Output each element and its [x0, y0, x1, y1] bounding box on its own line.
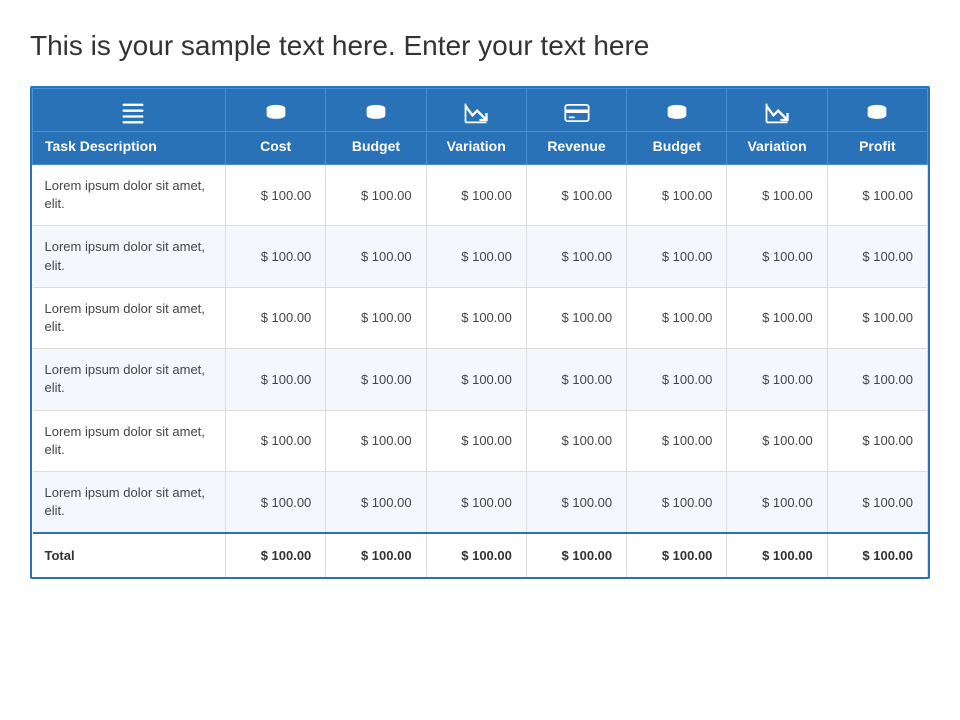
total-val-5: $ 100.00	[727, 533, 827, 577]
th-label-task: Task Description	[33, 132, 226, 165]
row-3-val-3: $ 100.00	[526, 349, 626, 410]
header-label-row: Task Description Cost Budget Variation R…	[33, 132, 928, 165]
row-task-0: Lorem ipsum dolor sit amet, elit.	[33, 165, 226, 226]
row-1-val-0: $ 100.00	[226, 226, 326, 287]
table-row: Lorem ipsum dolor sit amet, elit.$ 100.0…	[33, 410, 928, 471]
total-row: Total $ 100.00 $ 100.00 $ 100.00 $ 100.0…	[33, 533, 928, 577]
row-3-val-0: $ 100.00	[226, 349, 326, 410]
page-title: This is your sample text here. Enter you…	[30, 30, 930, 62]
row-0-val-0: $ 100.00	[226, 165, 326, 226]
th-icon-budget1	[326, 89, 426, 132]
row-task-5: Lorem ipsum dolor sit amet, elit.	[33, 471, 226, 533]
th-icon-task	[33, 89, 226, 132]
total-val-1: $ 100.00	[326, 533, 426, 577]
row-2-val-5: $ 100.00	[727, 287, 827, 348]
table-row: Lorem ipsum dolor sit amet, elit.$ 100.0…	[33, 226, 928, 287]
th-icon-revenue	[526, 89, 626, 132]
th-label-profit: Profit	[827, 132, 927, 165]
row-0-val-4: $ 100.00	[627, 165, 727, 226]
row-3-val-2: $ 100.00	[426, 349, 526, 410]
total-val-4: $ 100.00	[627, 533, 727, 577]
coins-icon-budget1	[362, 99, 390, 127]
row-5-val-2: $ 100.00	[426, 471, 526, 533]
total-val-0: $ 100.00	[226, 533, 326, 577]
table-row: Lorem ipsum dolor sit amet, elit.$ 100.0…	[33, 471, 928, 533]
header-icon-row	[33, 89, 928, 132]
total-val-3: $ 100.00	[526, 533, 626, 577]
table-row: Lorem ipsum dolor sit amet, elit.$ 100.0…	[33, 349, 928, 410]
budget-table: Task Description Cost Budget Variation R…	[30, 86, 930, 579]
row-2-val-1: $ 100.00	[326, 287, 426, 348]
row-2-val-0: $ 100.00	[226, 287, 326, 348]
row-0-val-5: $ 100.00	[727, 165, 827, 226]
th-label-variation1: Variation	[426, 132, 526, 165]
table-body: Lorem ipsum dolor sit amet, elit.$ 100.0…	[33, 165, 928, 534]
row-task-1: Lorem ipsum dolor sit amet, elit.	[33, 226, 226, 287]
row-5-val-1: $ 100.00	[326, 471, 426, 533]
th-icon-variation2	[727, 89, 827, 132]
row-1-val-6: $ 100.00	[827, 226, 927, 287]
th-label-revenue: Revenue	[526, 132, 626, 165]
th-icon-variation1	[426, 89, 526, 132]
row-5-val-3: $ 100.00	[526, 471, 626, 533]
row-2-val-6: $ 100.00	[827, 287, 927, 348]
list-icon	[119, 99, 147, 127]
row-3-val-6: $ 100.00	[827, 349, 927, 410]
chart-down-icon-var1	[462, 99, 490, 127]
total-label: Total	[33, 533, 226, 577]
total-val-6: $ 100.00	[827, 533, 927, 577]
row-0-val-1: $ 100.00	[326, 165, 426, 226]
row-4-val-4: $ 100.00	[627, 410, 727, 471]
th-label-budget1: Budget	[326, 132, 426, 165]
row-4-val-3: $ 100.00	[526, 410, 626, 471]
row-task-3: Lorem ipsum dolor sit amet, elit.	[33, 349, 226, 410]
row-3-val-4: $ 100.00	[627, 349, 727, 410]
card-icon	[563, 99, 591, 127]
table-row: Lorem ipsum dolor sit amet, elit.$ 100.0…	[33, 165, 928, 226]
row-1-val-2: $ 100.00	[426, 226, 526, 287]
row-0-val-6: $ 100.00	[827, 165, 927, 226]
row-5-val-0: $ 100.00	[226, 471, 326, 533]
row-2-val-4: $ 100.00	[627, 287, 727, 348]
row-3-val-5: $ 100.00	[727, 349, 827, 410]
th-icon-budget2	[627, 89, 727, 132]
coins-icon-cost	[262, 99, 290, 127]
th-label-cost: Cost	[226, 132, 326, 165]
row-4-val-2: $ 100.00	[426, 410, 526, 471]
coins-icon-profit	[863, 99, 891, 127]
table-row: Lorem ipsum dolor sit amet, elit.$ 100.0…	[33, 287, 928, 348]
row-task-4: Lorem ipsum dolor sit amet, elit.	[33, 410, 226, 471]
row-4-val-6: $ 100.00	[827, 410, 927, 471]
coins-icon-budget2	[663, 99, 691, 127]
row-4-val-1: $ 100.00	[326, 410, 426, 471]
row-5-val-4: $ 100.00	[627, 471, 727, 533]
chart-down-icon-var2	[763, 99, 791, 127]
row-0-val-3: $ 100.00	[526, 165, 626, 226]
row-1-val-1: $ 100.00	[326, 226, 426, 287]
row-2-val-3: $ 100.00	[526, 287, 626, 348]
row-4-val-0: $ 100.00	[226, 410, 326, 471]
total-val-2: $ 100.00	[426, 533, 526, 577]
row-5-val-5: $ 100.00	[727, 471, 827, 533]
row-0-val-2: $ 100.00	[426, 165, 526, 226]
row-4-val-5: $ 100.00	[727, 410, 827, 471]
th-icon-cost	[226, 89, 326, 132]
row-5-val-6: $ 100.00	[827, 471, 927, 533]
row-1-val-4: $ 100.00	[627, 226, 727, 287]
row-2-val-2: $ 100.00	[426, 287, 526, 348]
row-task-2: Lorem ipsum dolor sit amet, elit.	[33, 287, 226, 348]
row-3-val-1: $ 100.00	[326, 349, 426, 410]
row-1-val-3: $ 100.00	[526, 226, 626, 287]
th-label-variation2: Variation	[727, 132, 827, 165]
th-icon-profit	[827, 89, 927, 132]
th-label-budget2: Budget	[627, 132, 727, 165]
row-1-val-5: $ 100.00	[727, 226, 827, 287]
